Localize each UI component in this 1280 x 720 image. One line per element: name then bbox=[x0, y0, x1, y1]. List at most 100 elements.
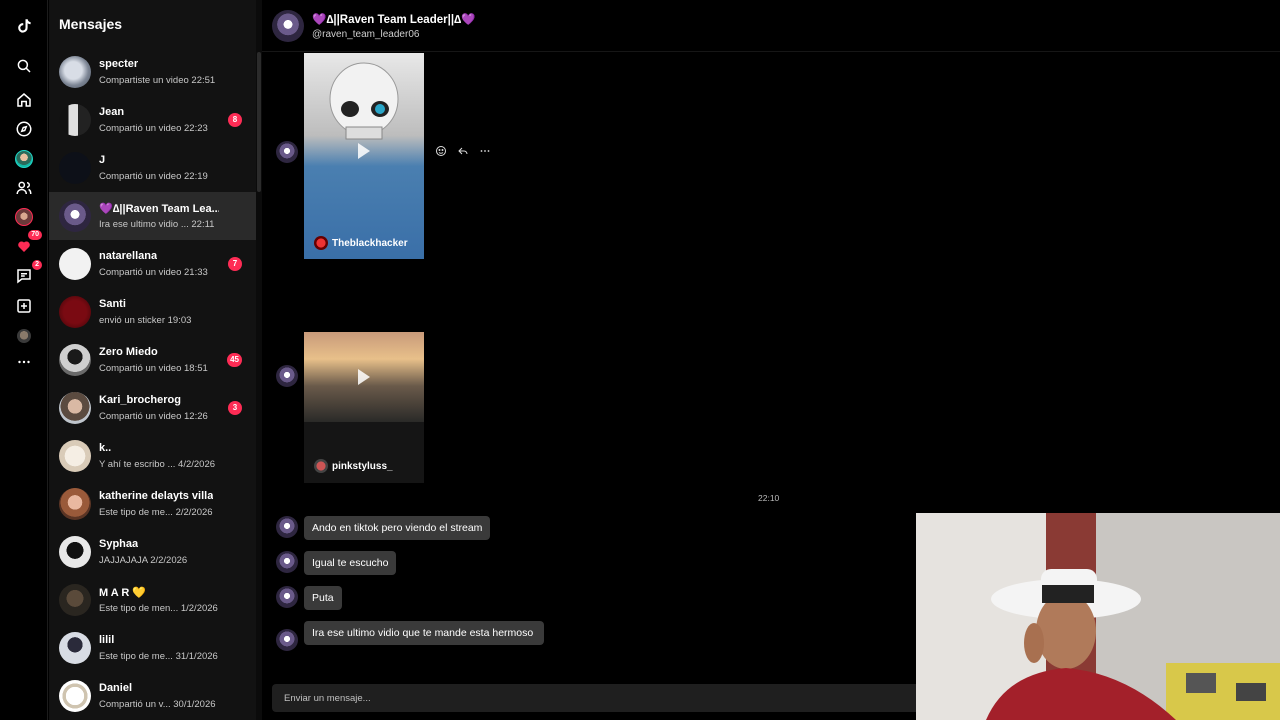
message-composer[interactable] bbox=[272, 684, 952, 712]
search-icon[interactable] bbox=[12, 54, 36, 78]
unread-badge: 8 bbox=[228, 113, 242, 127]
conversation-name: Zero Miedo bbox=[99, 346, 158, 358]
conversation-preview: Este tipo de men... 1/2/2026 bbox=[99, 603, 218, 614]
conversation-preview: Compartió un v... 30/1/2026 bbox=[99, 699, 216, 710]
unread-badge: 7 bbox=[228, 257, 242, 271]
conversation-item[interactable]: Daniel Compartió un v... 30/1/2026 bbox=[49, 672, 256, 720]
avatar bbox=[59, 584, 91, 616]
message-actions bbox=[434, 144, 492, 158]
video-owner-name: pinkstyluss_ bbox=[332, 460, 393, 472]
chat-contact-handle[interactable]: @raven_team_leader06 bbox=[312, 29, 419, 40]
conversation-item[interactable]: Jean Compartió un video 22:23 8 bbox=[49, 96, 256, 144]
avatar bbox=[59, 536, 91, 568]
conversation-item[interactable]: k.. Y ahí te escribo ... 4/2/2026 bbox=[49, 432, 256, 480]
message-bubble[interactable]: Igual te escucho bbox=[304, 551, 397, 575]
avatar[interactable] bbox=[272, 10, 304, 42]
more-options-icon[interactable] bbox=[478, 144, 492, 158]
unread-badge: 3 bbox=[228, 401, 242, 415]
chat-contact-name[interactable]: 💜∆||Raven Team Leader||∆💜 bbox=[312, 12, 475, 26]
conversation-list: Mensajes specter Compartiste un video 22… bbox=[49, 0, 256, 720]
conversation-preview: Ira ese ultimo vidio ... 22:11 bbox=[99, 219, 215, 230]
conversation-preview: Compartió un video 12:26 bbox=[99, 411, 208, 422]
avatar bbox=[276, 516, 298, 538]
tiktok-logo-icon[interactable] bbox=[12, 14, 36, 38]
scrollbar-thumb[interactable] bbox=[257, 52, 261, 192]
chat-header: 💜∆||Raven Team Leader||∆💜 @raven_team_le… bbox=[262, 0, 1280, 52]
reply-icon[interactable] bbox=[456, 144, 470, 158]
conversation-item[interactable]: natarellana Compartió un video 21:33 7 bbox=[49, 240, 256, 288]
activity-badge: 70 bbox=[28, 230, 42, 240]
avatar bbox=[59, 680, 91, 712]
home-icon[interactable] bbox=[12, 88, 36, 112]
avatar bbox=[59, 632, 91, 664]
conversation-name: katherine delayts villa bbox=[99, 490, 214, 502]
webcam-overlay bbox=[916, 513, 1280, 720]
webcam-image bbox=[916, 513, 1280, 720]
play-icon bbox=[358, 369, 370, 385]
conversation-name: M A R 💛 bbox=[99, 587, 147, 599]
conversation-preview: Este tipo de me... 2/2/2026 bbox=[99, 507, 213, 518]
avatar bbox=[59, 56, 91, 88]
avatar bbox=[59, 392, 91, 424]
explore-icon[interactable] bbox=[12, 117, 36, 141]
conversation-item[interactable]: Zero Miedo Compartió un video 18:51 45 bbox=[49, 336, 256, 384]
avatar bbox=[59, 104, 91, 136]
conversation-name: Syphaa bbox=[99, 538, 139, 550]
avatar bbox=[59, 200, 91, 232]
conversation-item[interactable]: M A R 💛 Este tipo de men... 1/2/2026 bbox=[49, 576, 256, 624]
shared-video-card[interactable]: pinkstyluss_ bbox=[304, 332, 424, 483]
upload-icon[interactable] bbox=[12, 294, 36, 318]
avatar bbox=[276, 141, 298, 163]
conversation-name: k.. bbox=[99, 442, 112, 454]
activity-icon[interactable]: 70 bbox=[12, 230, 42, 258]
conversation-name: 💜∆||Raven Team Lea... bbox=[99, 203, 219, 215]
friends-icon[interactable] bbox=[12, 176, 36, 200]
profile-avatar-icon[interactable] bbox=[12, 324, 36, 348]
avatar bbox=[276, 365, 298, 387]
video-owner-name: Theblackhacker bbox=[332, 237, 408, 249]
avatar bbox=[59, 488, 91, 520]
live-avatar-icon[interactable] bbox=[12, 205, 36, 229]
conversation-item[interactable]: katherine delayts villa Este tipo de me.… bbox=[49, 480, 256, 528]
following-avatar-icon[interactable] bbox=[12, 147, 36, 171]
conversation-preview: envió un sticker 19:03 bbox=[99, 315, 192, 326]
avatar bbox=[59, 296, 91, 328]
page-title: Mensajes bbox=[59, 16, 123, 32]
avatar bbox=[276, 586, 298, 608]
conversation-item[interactable]: Syphaa JAJJAJAJA 2/2/2026 bbox=[49, 528, 256, 576]
avatar bbox=[59, 440, 91, 472]
conversation-preview: Compartió un video 22:19 bbox=[99, 171, 208, 182]
conversation-item[interactable]: specter Compartiste un video 22:51 bbox=[49, 48, 256, 96]
shared-video-card[interactable]: Theblackhacker bbox=[304, 53, 424, 259]
avatar bbox=[59, 152, 91, 184]
nav-rail: 70 2 bbox=[0, 0, 48, 720]
conversation-name: natarellana bbox=[99, 250, 158, 262]
conversation-preview: Compartió un video 22:23 bbox=[99, 123, 208, 134]
conversation-name: specter bbox=[99, 58, 139, 70]
messages-icon[interactable]: 2 bbox=[12, 260, 42, 288]
more-icon[interactable] bbox=[12, 350, 36, 374]
play-icon bbox=[358, 143, 370, 159]
conversation-item[interactable]: Kari_brocherog Compartió un video 12:26 … bbox=[49, 384, 256, 432]
avatar bbox=[59, 344, 91, 376]
message-timestamp: 22:10 bbox=[758, 493, 780, 503]
message-bubble[interactable]: Puta bbox=[304, 586, 342, 610]
conversation-preview: Compartió un video 21:33 bbox=[99, 267, 208, 278]
message-bubble[interactable]: Ando en tiktok pero viendo el stream bbox=[304, 516, 491, 540]
conversation-name: Santi bbox=[99, 298, 126, 310]
conversation-item[interactable]: Santi envió un sticker 19:03 bbox=[49, 288, 256, 336]
conversation-item[interactable]: lilil Este tipo de me... 31/1/2026 bbox=[49, 624, 256, 672]
message-bubble[interactable]: Ira ese ultimo vidio que te mande esta h… bbox=[304, 621, 544, 645]
avatar bbox=[59, 248, 91, 280]
owner-avatar bbox=[314, 236, 328, 250]
message-input[interactable] bbox=[272, 684, 952, 712]
video-owner[interactable]: Theblackhacker bbox=[314, 236, 408, 250]
conversation-name: Jean bbox=[99, 106, 125, 118]
conversation-item[interactable]: J Compartió un video 22:19 bbox=[49, 144, 256, 192]
video-owner[interactable]: pinkstyluss_ bbox=[314, 459, 393, 473]
conversation-preview: Este tipo de me... 31/1/2026 bbox=[99, 651, 218, 662]
video-thumbnail-image bbox=[329, 62, 399, 140]
react-icon[interactable] bbox=[434, 144, 448, 158]
conversation-item-active[interactable]: 💜∆||Raven Team Lea... Ira ese ultimo vid… bbox=[49, 192, 256, 240]
conversation-preview: Y ahí te escribo ... 4/2/2026 bbox=[99, 459, 216, 470]
